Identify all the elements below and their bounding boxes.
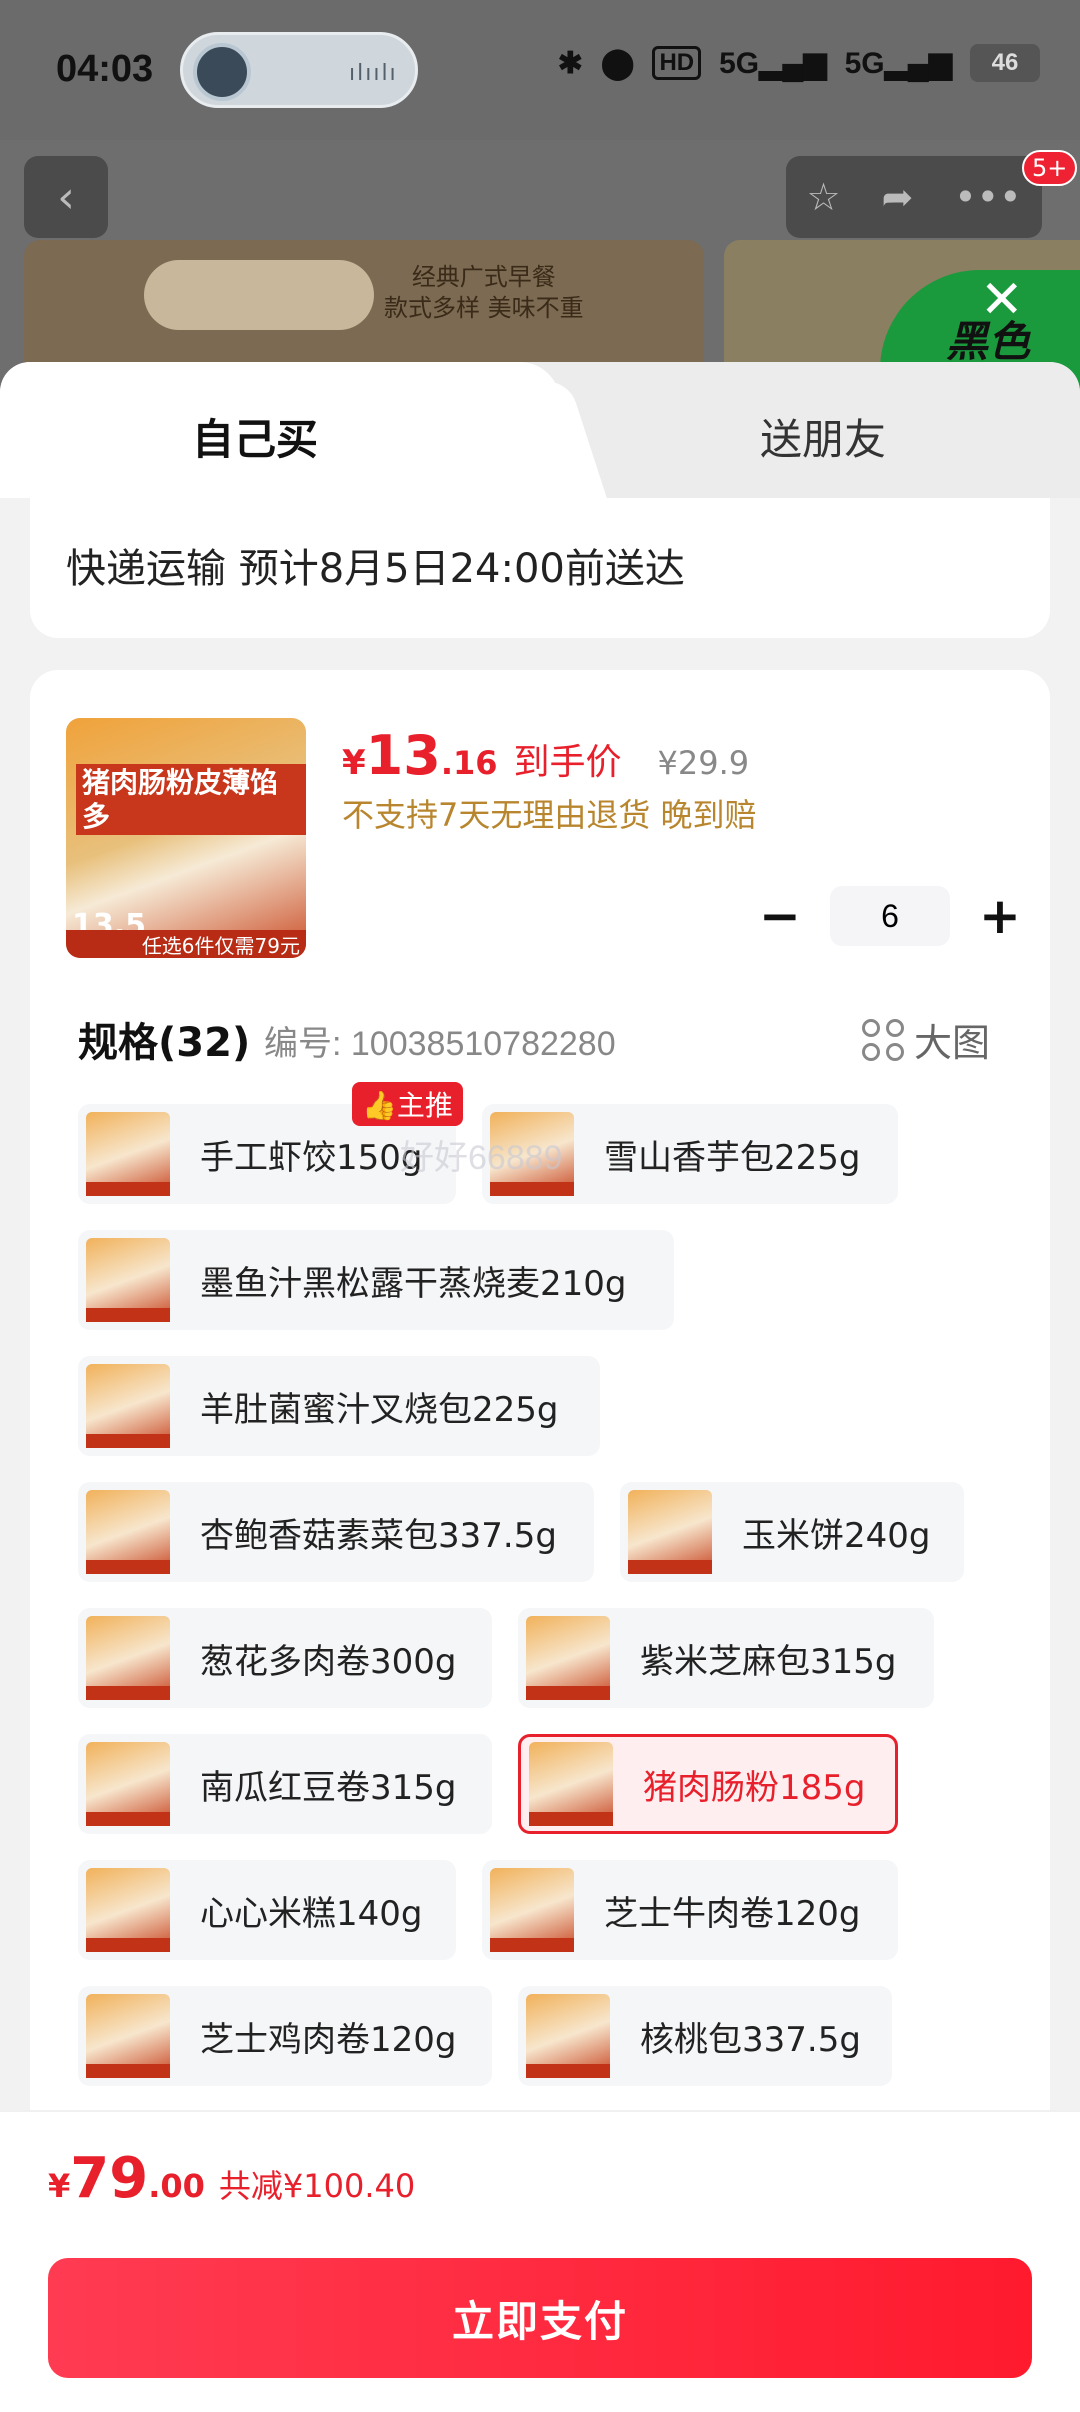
variant-option[interactable]: 杏鲍香菇素菜包337.5g bbox=[78, 1482, 594, 1582]
back-button[interactable]: ‹ bbox=[24, 156, 108, 238]
total-decimal: .00 bbox=[148, 2167, 205, 2205]
variant-thumb bbox=[86, 1490, 170, 1574]
delivery-info: 快递运输 预计8月5日24:00前送达 bbox=[66, 546, 685, 592]
variant-thumb bbox=[628, 1490, 712, 1574]
share-icon[interactable]: ➦ bbox=[881, 175, 913, 219]
variant-thumb bbox=[526, 1994, 610, 2078]
variant-option-selected[interactable]: 猪肉肠粉185g bbox=[518, 1734, 898, 1834]
purchase-sheet: 自己买 送朋友 快递运输 预计8月5日24:00前送达 猪肉肠粉皮薄馅多 13.… bbox=[0, 362, 1080, 2412]
spec-code: 编号: 10038510782280 bbox=[264, 1025, 616, 1063]
pay-now-button[interactable]: 立即支付 bbox=[48, 2258, 1032, 2378]
variant-thumb bbox=[86, 1868, 170, 1952]
price-tag: 到手价 bbox=[513, 742, 622, 783]
battery-icon: 46 bbox=[970, 44, 1040, 82]
variant-option[interactable]: 墨鱼汁黑松露干蒸烧麦210g bbox=[78, 1230, 674, 1330]
total-integer: 79 bbox=[70, 2146, 149, 2211]
star-icon[interactable]: ☆ bbox=[806, 175, 840, 219]
big-image-toggle[interactable]: 大图 bbox=[862, 1012, 990, 1067]
increment-button[interactable]: + bbox=[970, 886, 1030, 946]
header-actions: ☆ ➦ ••• bbox=[786, 156, 1042, 238]
grid-icon bbox=[862, 1018, 904, 1061]
screen: 04:03 ılıılı ✱ ⬤ HD 5G▂▄▆ 5G▂▄▆ 46 ‹ 经典广… bbox=[0, 0, 1080, 2412]
chevron-left-icon: ‹ bbox=[57, 171, 75, 223]
total-symbol: ¥ bbox=[48, 2167, 71, 2205]
variant-option[interactable]: 羊肚菌蜜汁叉烧包225g bbox=[78, 1356, 600, 1456]
price-integer: 13 bbox=[365, 724, 441, 787]
waveform-icon: ılıılı bbox=[349, 61, 398, 86]
variant-thumb bbox=[86, 1112, 170, 1196]
variant-thumb bbox=[526, 1616, 610, 1700]
variant-thumb bbox=[86, 1364, 170, 1448]
recommended-badge: 👍主推 bbox=[352, 1082, 463, 1126]
price-decimal: .16 bbox=[440, 744, 498, 782]
variant-option[interactable]: 心心米糕140g bbox=[78, 1860, 456, 1960]
bluetooth-icon: ✱ bbox=[557, 46, 583, 80]
variant-thumb bbox=[490, 1868, 574, 1952]
notification-badge: 5+ bbox=[1022, 150, 1078, 186]
tab-self[interactable]: 自己买 bbox=[192, 406, 318, 467]
variant-thumb bbox=[86, 1742, 170, 1826]
brand-logo bbox=[144, 260, 374, 330]
banner-text: 经典广式早餐 款式多样 美味不重 bbox=[384, 263, 584, 323]
close-icon[interactable]: ✕ bbox=[980, 270, 1024, 330]
quantity-stepper: − 6 + bbox=[750, 886, 1030, 946]
tab-bar: 自己买 送朋友 bbox=[0, 362, 1080, 498]
variant-option[interactable]: 核桃包337.5g bbox=[518, 1986, 892, 2086]
variant-thumb bbox=[86, 1238, 170, 1322]
product-image-title: 猪肉肠粉皮薄馅多 bbox=[76, 764, 306, 836]
banner-left: 经典广式早餐 款式多样 美味不重 bbox=[24, 240, 704, 380]
signal-icon-2: 5G▂▄▆ bbox=[844, 46, 952, 80]
hd-icon: HD bbox=[652, 46, 702, 80]
discount-total: 共减¥100.40 bbox=[218, 2167, 416, 2205]
product-image-footer: 任选6件仅需79元 bbox=[66, 930, 306, 958]
quantity-value[interactable]: 6 bbox=[830, 886, 950, 946]
variant-thumb bbox=[529, 1742, 613, 1826]
variant-thumb bbox=[86, 1616, 170, 1700]
price-row: ¥ 13 .16 到手价 ¥29.9 bbox=[342, 724, 749, 787]
status-bar: 04:03 ılıılı ✱ ⬤ HD 5G▂▄▆ 5G▂▄▆ 46 bbox=[0, 0, 1080, 140]
big-image-label: 大图 bbox=[914, 1021, 991, 1065]
decrement-button[interactable]: − bbox=[750, 886, 810, 946]
background-page: ‹ 经典广式早餐 款式多样 美味不重 ☆ ➦ ••• 5+ 黑色 ✕ bbox=[0, 140, 1080, 400]
voice-pill[interactable]: ılıılı bbox=[180, 32, 418, 108]
price-symbol: ¥ bbox=[342, 743, 366, 783]
more-icon[interactable]: ••• bbox=[954, 175, 1021, 219]
total-price: ¥ 79 .00 共减¥100.40 bbox=[48, 2146, 415, 2211]
product-image[interactable]: 猪肉肠粉皮薄馅多 13.5 任选6件仅需79元 bbox=[66, 718, 306, 958]
address-card[interactable]: 快递运输 预计8月5日24:00前送达 bbox=[30, 498, 1050, 638]
location-icon: ⬤ bbox=[600, 46, 635, 80]
variant-option[interactable]: 南瓜红豆卷315g bbox=[78, 1734, 492, 1834]
original-price: ¥29.9 bbox=[657, 744, 750, 782]
status-icons: ✱ ⬤ HD 5G▂▄▆ 5G▂▄▆ 46 bbox=[558, 44, 1040, 82]
checkout-bar: ¥ 79 .00 共减¥100.40 立即支付 bbox=[0, 2110, 1080, 2412]
variant-option[interactable]: 芝士鸡肉卷120g bbox=[78, 1986, 492, 2086]
tab-gift[interactable]: 送朋友 bbox=[760, 406, 886, 467]
signal-icon: 5G▂▄▆ bbox=[719, 46, 827, 80]
spec-title: 规格(32) bbox=[78, 1020, 251, 1066]
avatar bbox=[193, 43, 251, 101]
variant-option[interactable]: 玉米饼240g bbox=[620, 1482, 964, 1582]
variant-option[interactable]: 紫米芝麻包315g bbox=[518, 1608, 934, 1708]
variant-option[interactable]: 芝士牛肉卷120g bbox=[482, 1860, 898, 1960]
return-policy: 不支持7天无理由退货 晚到赔 bbox=[342, 796, 757, 834]
variant-option[interactable]: 葱花多肉卷300g bbox=[78, 1608, 492, 1708]
variant-thumb bbox=[86, 1994, 170, 2078]
watermark: 好好66889 bbox=[400, 1139, 563, 1177]
clock: 04:03 bbox=[56, 48, 154, 90]
